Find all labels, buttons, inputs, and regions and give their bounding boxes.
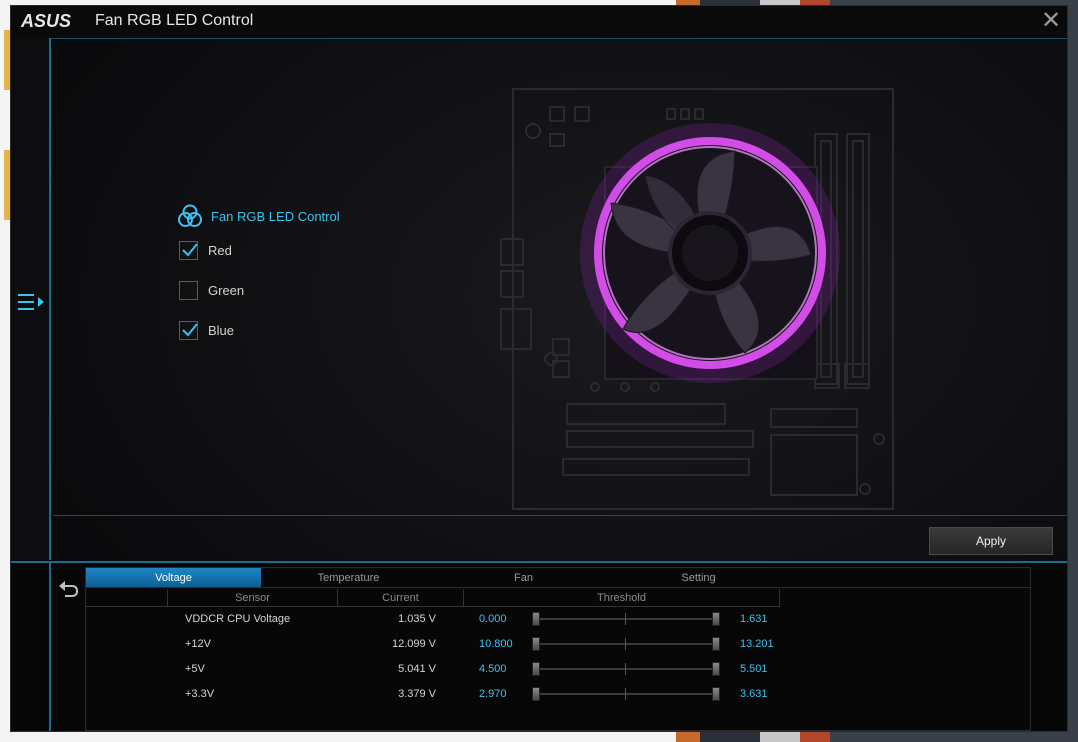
table-row: VDDCR CPU Voltage 1.035 V 0.000 1.631 [86,609,1030,634]
slider-low-handle[interactable] [532,662,540,676]
checkbox-blue[interactable]: Blue [179,321,234,340]
column-header-sensor: Sensor [168,589,338,607]
rgb-circles-icon [178,204,202,227]
checkbox-label-blue: Blue [208,323,235,338]
slider-high-handle[interactable] [712,687,720,701]
slider-low-handle[interactable] [532,687,540,701]
checkmark-icon [182,243,198,257]
checkbox-box[interactable] [179,321,198,340]
tab-fan[interactable]: Fan [436,568,611,588]
sensor-name: +3.3V [185,688,215,700]
checkmark-icon [182,323,198,337]
panel-divider [53,515,1067,516]
threshold-high: 5.501 [740,663,768,675]
sensor-current: 5.041 V [398,663,436,675]
slider-low-handle[interactable] [532,612,540,626]
threshold-low: 2.970 [479,688,507,700]
threshold-slider[interactable] [532,661,720,677]
desktop-left-strip [0,0,10,742]
sensor-name: +5V [185,663,205,675]
slider-low-handle[interactable] [532,637,540,651]
brand-text: ASUS [21,12,71,30]
threshold-high: 1.631 [740,613,768,625]
close-icon[interactable]: ✕ [1039,9,1063,34]
sensor-current: 12.099 V [391,638,436,650]
checkbox-red[interactable]: Red [179,241,232,260]
tab-setting[interactable]: Setting [611,568,786,588]
table-row: +5V 5.041 V 4.500 5.501 [86,659,1030,684]
menu-expand-icon[interactable] [15,290,47,314]
threshold-high: 13.201 [740,638,774,650]
monitor-tabs: Voltage Temperature Fan Setting [86,568,1030,588]
monitor-panel: Voltage Temperature Fan Setting Sensor C… [11,561,1067,731]
sensor-monitor: Voltage Temperature Fan Setting Sensor C… [85,567,1031,731]
checkbox-label-red: Red [208,243,232,258]
threshold-low: 4.500 [479,663,507,675]
threshold-low: 0.000 [479,613,507,625]
slider-high-handle[interactable] [712,637,720,651]
window-title: Fan RGB LED Control [95,12,254,29]
checkbox-label-green: Green [208,283,245,298]
tab-temperature[interactable]: Temperature [261,568,436,588]
asus-logo: ASUS [21,12,71,30]
sensor-current: 3.379 V [398,688,436,700]
apply-button[interactable]: Apply [929,527,1053,555]
threshold-low: 10.800 [479,638,513,650]
slider-high-handle[interactable] [712,612,720,626]
section-title: Fan RGB LED Control [211,208,340,224]
title-bar: ASUS Fan RGB LED Control ✕ [11,6,1067,38]
app-window: ASUS Fan RGB LED Control ✕ Fan RGB LED C… [10,5,1068,732]
slider-high-handle[interactable] [712,662,720,676]
threshold-slider[interactable] [532,686,720,702]
column-header-blank [86,589,168,607]
sensor-name: VDDCR CPU Voltage [185,613,291,625]
main-panel: Fan RGB LED Control Red Green Blue [53,39,1067,515]
table-row: +12V 12.099 V 10.800 13.201 [86,634,1030,659]
bottom-rail [11,563,51,731]
checkbox-box[interactable] [179,281,198,300]
back-arrow-icon[interactable] [57,579,79,601]
column-header-threshold: Threshold [464,589,780,607]
tab-spacer [786,568,1030,588]
tab-voltage[interactable]: Voltage [86,568,261,588]
left-rail [11,38,51,560]
column-header-current: Current [338,589,464,607]
threshold-slider[interactable] [532,611,720,627]
checkbox-box[interactable] [179,241,198,260]
sensor-current: 1.035 V [398,613,436,625]
checkbox-green[interactable]: Green [179,281,244,300]
table-row: +3.3V 3.379 V 2.970 3.631 [86,684,1030,709]
threshold-slider[interactable] [532,636,720,652]
sensor-name: +12V [185,638,211,650]
threshold-high: 3.631 [740,688,768,700]
section-header: Fan RGB LED Control [177,203,340,229]
motherboard-illustration [500,88,894,510]
